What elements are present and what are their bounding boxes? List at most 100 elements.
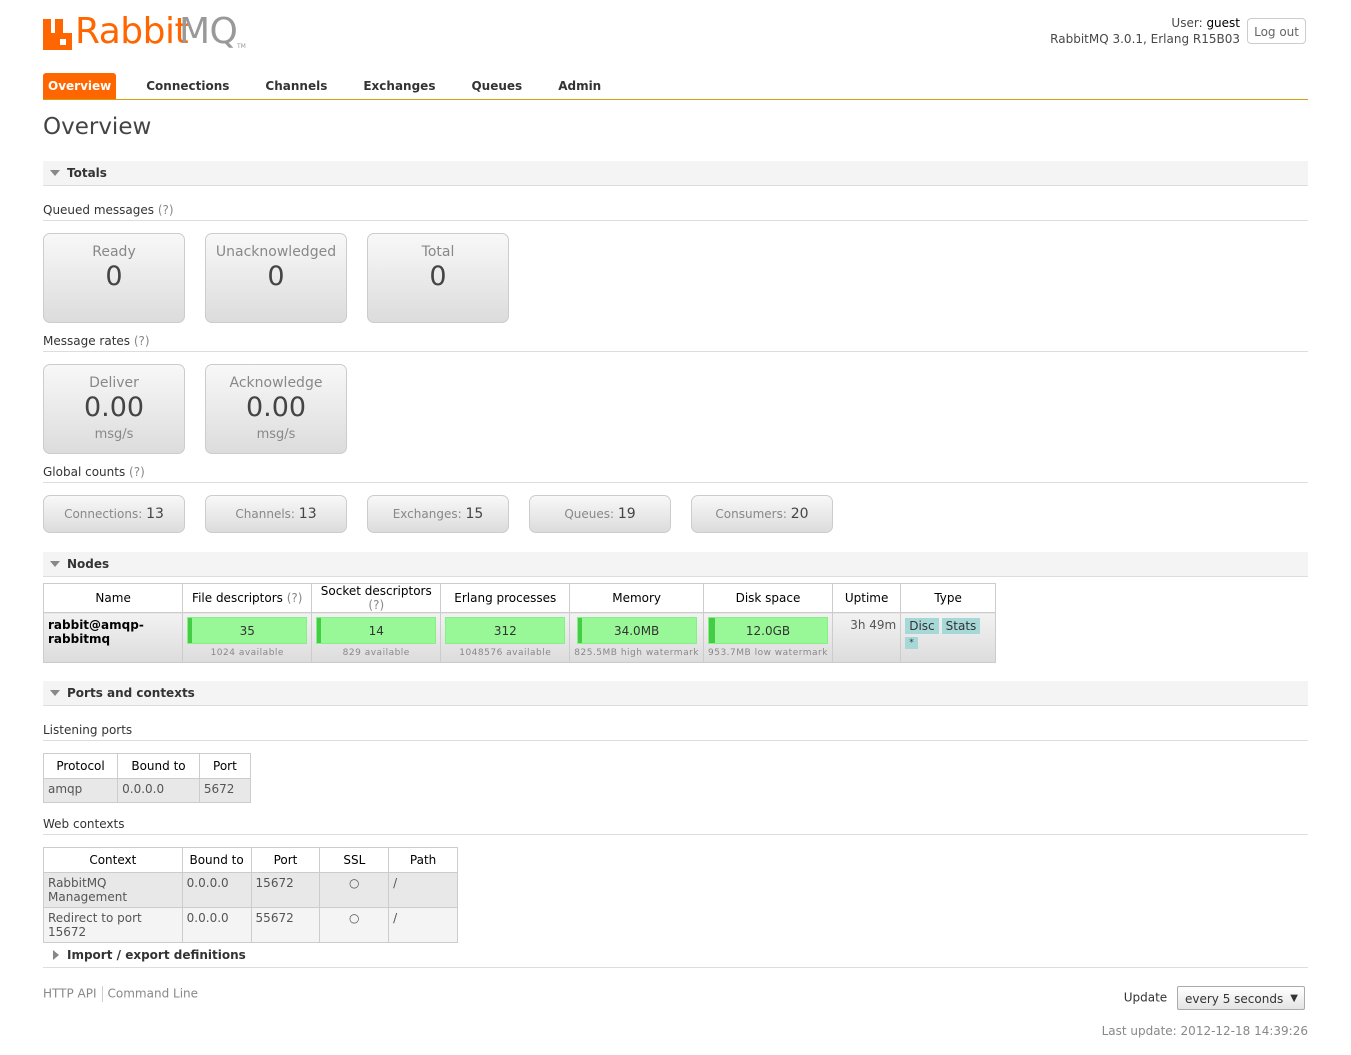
tab-queues[interactable]: Queues xyxy=(453,73,540,99)
nodes-header-row: Name File descriptors (?) Socket descrip… xyxy=(42,583,996,613)
section-import-export-header[interactable]: Import / export definitions xyxy=(43,943,1308,968)
web-context: Redirect to port 15672 xyxy=(43,907,183,943)
web-ssl: ○ xyxy=(319,872,390,908)
col-ssl: SSL xyxy=(319,847,390,873)
node-mem-cell: 34.0MB 825.5MB high watermark xyxy=(569,612,704,663)
version-info: RabbitMQ 3.0.1, Erlang R15B03 xyxy=(1050,32,1240,46)
disk-watermark: 953.7MB low watermark xyxy=(708,648,828,658)
col-socket-descriptors: Socket descriptors (?) xyxy=(311,583,442,613)
col-context: Context xyxy=(43,847,183,873)
web-ssl: ○ xyxy=(319,907,390,943)
tab-overview[interactable]: Overview xyxy=(43,73,117,99)
rate-deliver-unit: msg/s xyxy=(94,427,134,442)
queued-ready-value: 0 xyxy=(105,261,123,292)
col-disk-space: Disk space xyxy=(703,583,833,613)
global-help-link[interactable]: (?) xyxy=(129,465,145,479)
fd-help-link[interactable]: (?) xyxy=(287,591,303,605)
col-file-descriptors: File descriptors (?) xyxy=(182,583,313,613)
proc-available: 1048576 available xyxy=(459,648,552,658)
section-totals-header[interactable]: Totals xyxy=(43,161,1308,186)
queued-ready-box: Ready 0 xyxy=(43,233,185,323)
section-ports-label: Ports and contexts xyxy=(67,686,195,700)
update-control: Update every 5 seconds ▼ xyxy=(1124,986,1305,1010)
user-name: guest xyxy=(1206,16,1240,30)
rate-ack-label: Acknowledge xyxy=(229,375,323,391)
section-nodes-header[interactable]: Nodes xyxy=(43,552,1308,577)
count-consumers[interactable]: Consumers: 20 xyxy=(691,495,833,533)
sd-help-link[interactable]: (?) xyxy=(368,598,384,612)
web-context: RabbitMQ Management xyxy=(43,872,183,908)
collapse-triangle-icon xyxy=(50,170,60,176)
command-line-link[interactable]: Command Line xyxy=(108,987,199,1001)
count-queues[interactable]: Queues: 19 xyxy=(529,495,671,533)
http-api-link[interactable]: HTTP API xyxy=(43,987,97,1001)
rate-ack-unit: msg/s xyxy=(256,427,296,442)
table-row: RabbitMQ Management 0.0.0.0 15672 ○ / xyxy=(43,872,458,908)
fd-value: 35 xyxy=(239,624,255,638)
count-channels[interactable]: Channels: 13 xyxy=(205,495,347,533)
rate-ack-box: Acknowledge 0.00 msg/s xyxy=(205,364,347,454)
count-connections[interactable]: Connections: 13 xyxy=(43,495,185,533)
web-bound: 0.0.0.0 xyxy=(181,872,252,908)
node-sd-cell: 14 829 available xyxy=(311,612,442,663)
disk-bar: 12.0GB xyxy=(708,617,828,644)
queued-help-link[interactable]: (?) xyxy=(158,203,174,217)
proc-bar: 312 xyxy=(445,617,566,644)
section-ports-header[interactable]: Ports and contexts xyxy=(43,681,1308,706)
node-name[interactable]: rabbit@amqp-rabbitmq xyxy=(42,612,184,663)
node-proc-cell: 312 1048576 available xyxy=(440,612,571,663)
count-queues-label: Queues: xyxy=(564,507,615,521)
col-port: Port xyxy=(250,847,321,873)
count-connections-label: Connections: xyxy=(64,507,143,521)
col-port: Port xyxy=(198,753,252,779)
section-totals-label: Totals xyxy=(67,166,107,180)
table-row[interactable]: rabbit@amqp-rabbitmq 35 1024 available 1… xyxy=(42,612,996,663)
section-import-export-label: Import / export definitions xyxy=(67,948,246,962)
dropdown-arrow-icon: ▼ xyxy=(1290,993,1298,1004)
login-info: User: guest RabbitMQ 3.0.1, Erlang R15B0… xyxy=(1050,15,1240,47)
rate-deliver-value: 0.00 xyxy=(83,392,145,423)
logo-text-rabbit: Rabbit xyxy=(75,11,189,52)
collapse-triangle-icon xyxy=(50,561,60,567)
message-rates-label: Message rates xyxy=(43,334,131,348)
count-channels-value: 13 xyxy=(298,506,317,522)
count-consumers-label: Consumers: xyxy=(715,507,787,521)
tab-admin[interactable]: Admin xyxy=(540,73,619,99)
queued-ready-label: Ready xyxy=(92,244,136,260)
node-type-cell: Disc Stats * xyxy=(900,612,996,663)
disk-value: 12.0GB xyxy=(745,624,791,638)
section-nodes-label: Nodes xyxy=(67,557,110,571)
message-rates-heading: Message rates (?) xyxy=(43,334,1308,352)
web-contexts-table: Context Bound to Port SSL Path RabbitMQ … xyxy=(43,847,458,943)
node-uptime: 3h 49m xyxy=(831,612,902,663)
web-contexts-heading: Web contexts xyxy=(43,817,1308,835)
web-path: / xyxy=(388,907,458,943)
fd-bar: 35 xyxy=(187,617,308,644)
tab-channels[interactable]: Channels xyxy=(247,73,345,99)
table-row: amqp 0.0.0.0 5672 xyxy=(42,778,252,803)
global-counts-label: Global counts xyxy=(43,465,126,479)
update-interval-select[interactable]: every 5 seconds ▼ xyxy=(1177,986,1305,1010)
tab-exchanges[interactable]: Exchanges xyxy=(345,73,453,99)
col-bound-to: Bound to xyxy=(181,847,252,873)
expand-triangle-icon xyxy=(53,950,59,960)
listening-ports-table: Protocol Bound to Port amqp 0.0.0.0 5672 xyxy=(42,753,252,803)
type-badge-disc: Disc xyxy=(905,618,939,634)
nodes-table: Name File descriptors (?) Socket descrip… xyxy=(42,583,996,663)
logout-button[interactable]: Log out xyxy=(1247,18,1306,44)
queued-messages-heading: Queued messages (?) xyxy=(43,203,1308,221)
count-queues-value: 19 xyxy=(617,506,636,522)
fd-available: 1024 available xyxy=(210,648,284,658)
mem-bar: 34.0MB xyxy=(576,617,697,644)
rate-ack-value: 0.00 xyxy=(245,392,307,423)
web-port: 55672 xyxy=(250,907,321,943)
queued-unacked-box: Unacknowledged 0 xyxy=(205,233,347,323)
rate-deliver-box: Deliver 0.00 msg/s xyxy=(43,364,185,454)
logo-trademark: TM xyxy=(237,43,246,50)
type-badge-stats: Stats xyxy=(941,618,981,634)
count-exchanges[interactable]: Exchanges: 15 xyxy=(367,495,509,533)
main-nav-tabs: Overview Connections Channels Exchanges … xyxy=(43,73,1308,100)
tab-connections[interactable]: Connections xyxy=(128,73,247,99)
rates-help-link[interactable]: (?) xyxy=(134,334,150,348)
sd-bar: 14 xyxy=(316,617,437,644)
